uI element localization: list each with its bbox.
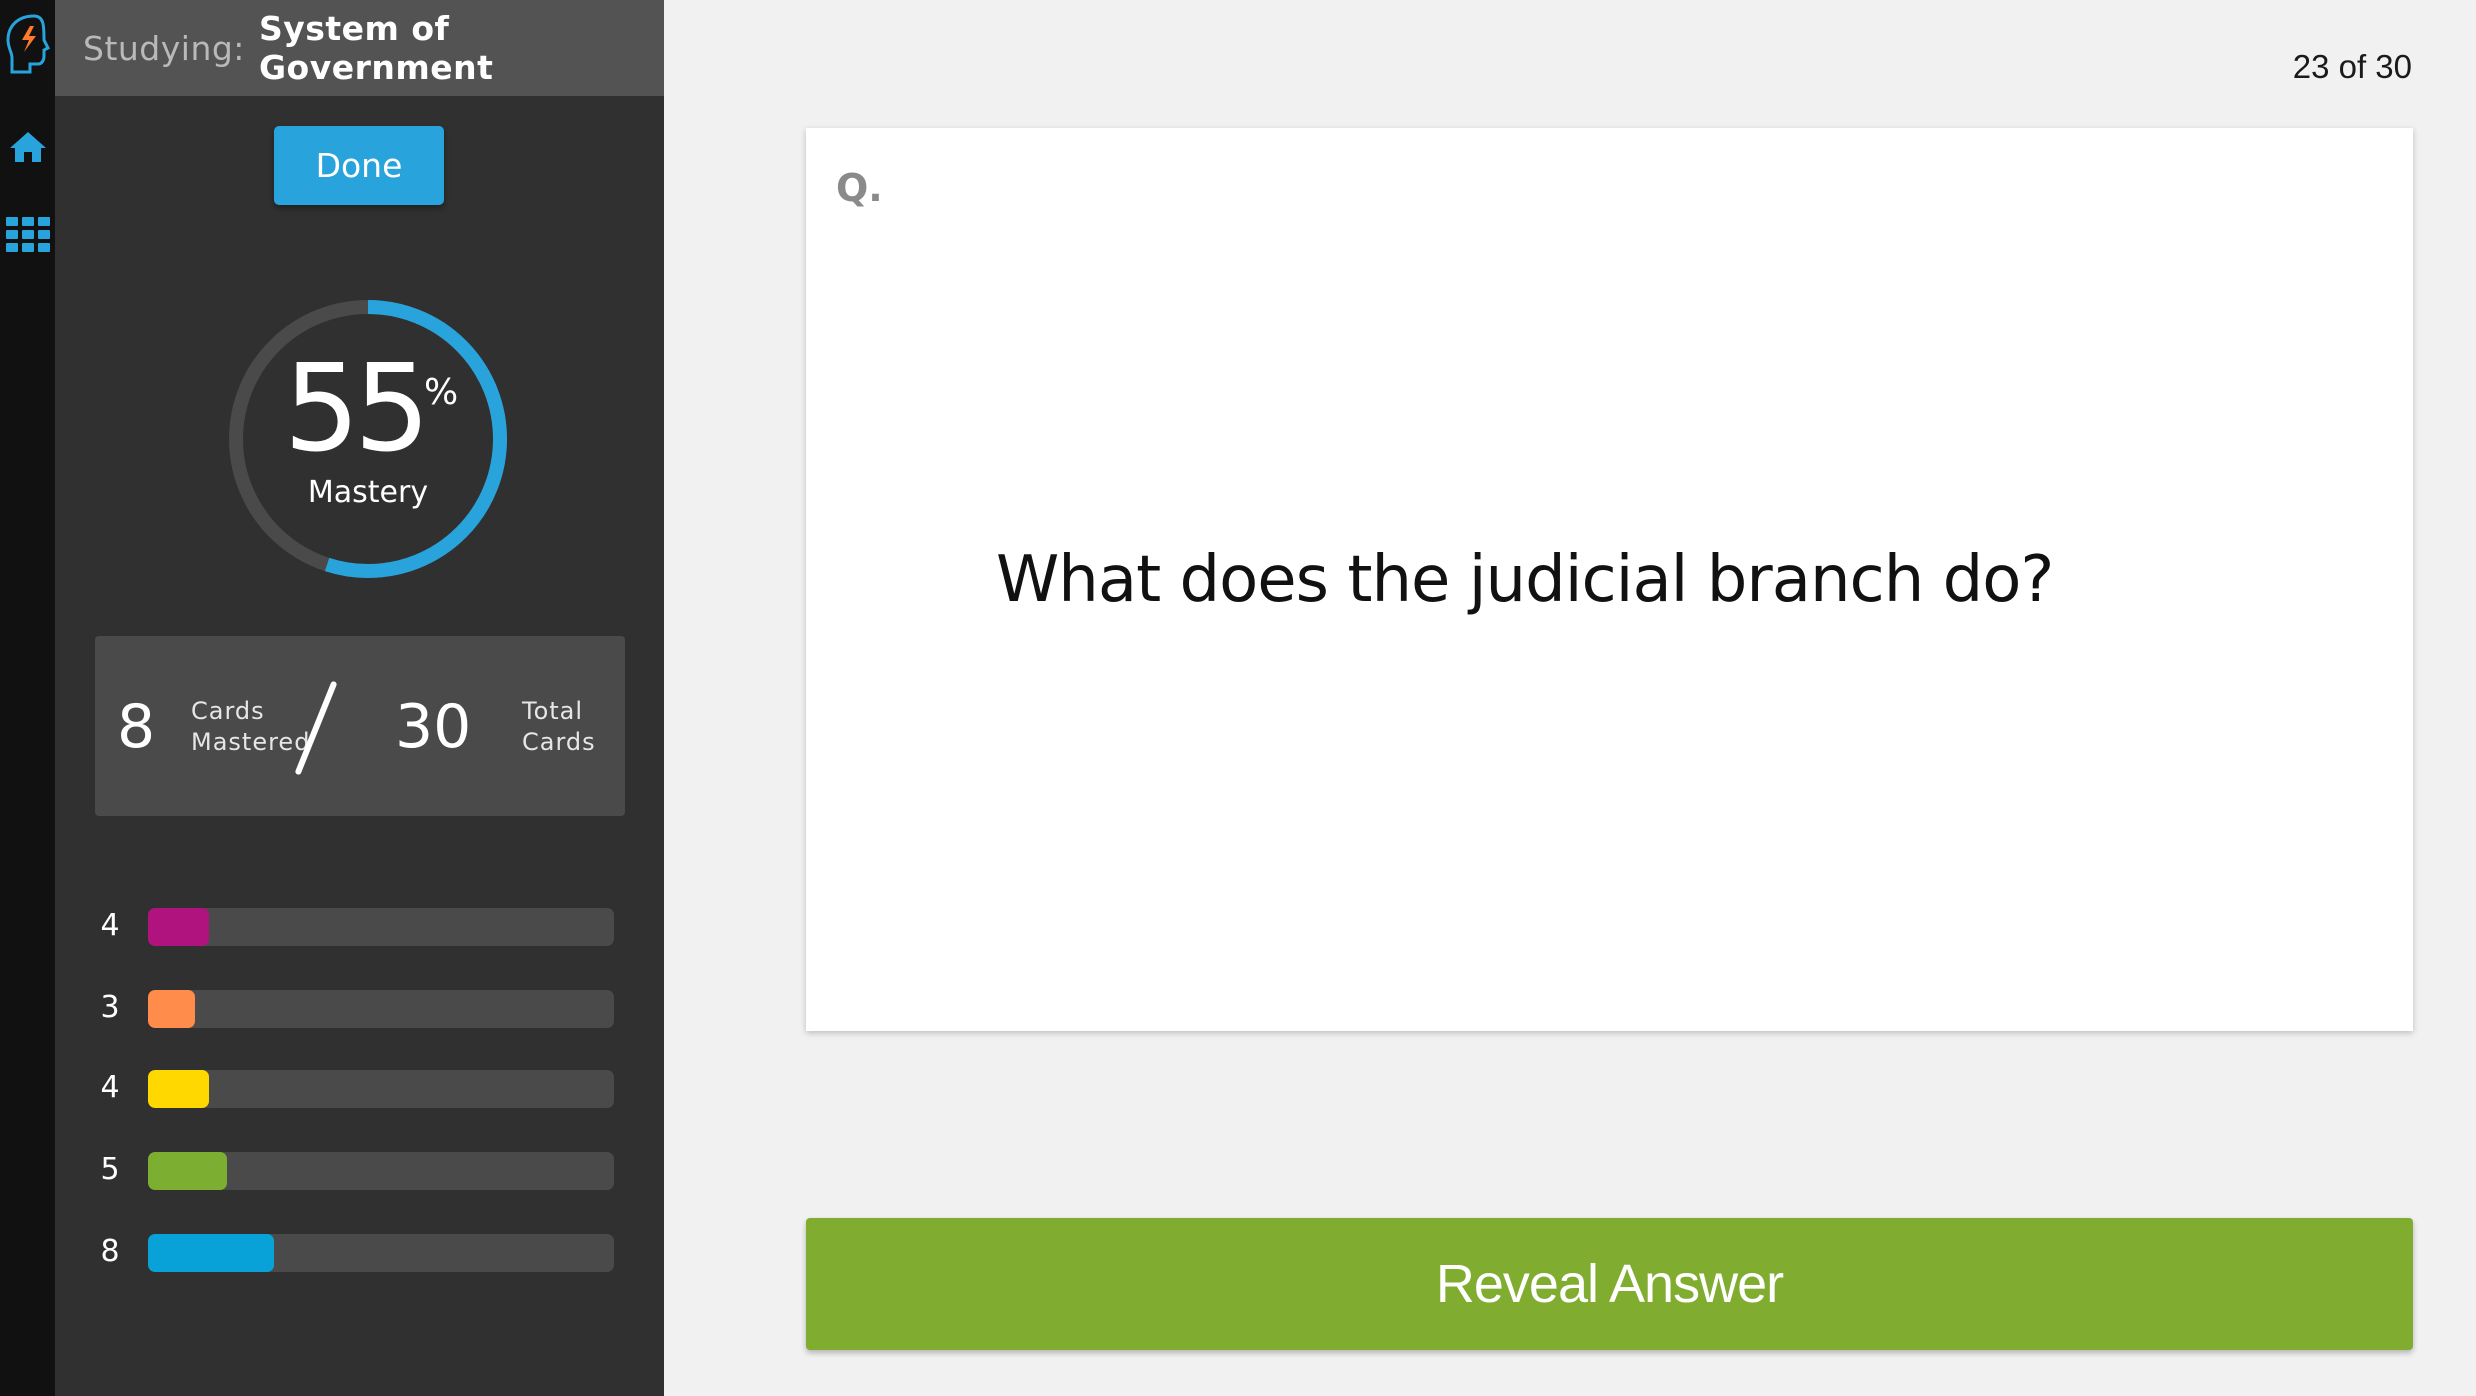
flashcard: Q. What does the judicial branch do? — [806, 128, 2413, 1031]
level-row: 3 — [95, 988, 625, 1028]
grid-icon[interactable] — [0, 210, 55, 260]
level-track — [148, 1070, 614, 1108]
level-row: 4 — [95, 1068, 625, 1108]
level-count: 4 — [100, 908, 120, 943]
level-count: 8 — [100, 1234, 120, 1269]
level-track — [148, 1152, 614, 1190]
studying-label: Studying: — [83, 28, 245, 68]
brain-logo-icon[interactable] — [0, 10, 55, 78]
level-track — [148, 1234, 614, 1272]
cards-mastered-label: Cards Mastered — [191, 697, 311, 756]
level-row: 8 — [95, 1232, 625, 1272]
mastery-value: 55 — [283, 340, 431, 479]
level-row: 5 — [95, 1150, 625, 1190]
level-row: 4 — [95, 906, 625, 946]
reveal-answer-button[interactable]: Reveal Answer — [806, 1218, 2413, 1350]
icon-rail — [0, 0, 55, 1396]
question-text: What does the judicial branch do? — [996, 543, 2054, 617]
level-fill — [148, 990, 195, 1028]
level-fill — [148, 1070, 209, 1108]
level-track — [148, 990, 614, 1028]
mastery-percent-sign: % — [424, 372, 459, 413]
total-cards-label: Total Cards — [522, 697, 596, 756]
level-count: 3 — [100, 990, 120, 1025]
home-icon[interactable] — [0, 122, 55, 172]
studying-header: Studying: System of Government — [55, 0, 664, 96]
level-fill — [148, 1152, 228, 1190]
mastery-label: Mastery — [307, 475, 429, 510]
done-button[interactable]: Done — [274, 126, 444, 205]
cards-mastered-count: 8 — [117, 692, 156, 762]
level-count: 5 — [100, 1152, 120, 1187]
total-cards-count: 30 — [395, 692, 472, 762]
cards-summary: 8 Cards Mastered 30 Total Cards — [95, 636, 625, 816]
study-sidebar: Studying: System of Government Done 55 %… — [55, 0, 664, 1396]
level-track — [148, 908, 614, 946]
level-count: 4 — [100, 1070, 120, 1105]
card-counter: 23 of 30 — [2292, 48, 2412, 85]
level-fill — [148, 1234, 274, 1272]
question-label: Q. — [836, 166, 883, 210]
level-fill — [148, 908, 209, 946]
studying-topic: System of Government — [258, 9, 494, 87]
